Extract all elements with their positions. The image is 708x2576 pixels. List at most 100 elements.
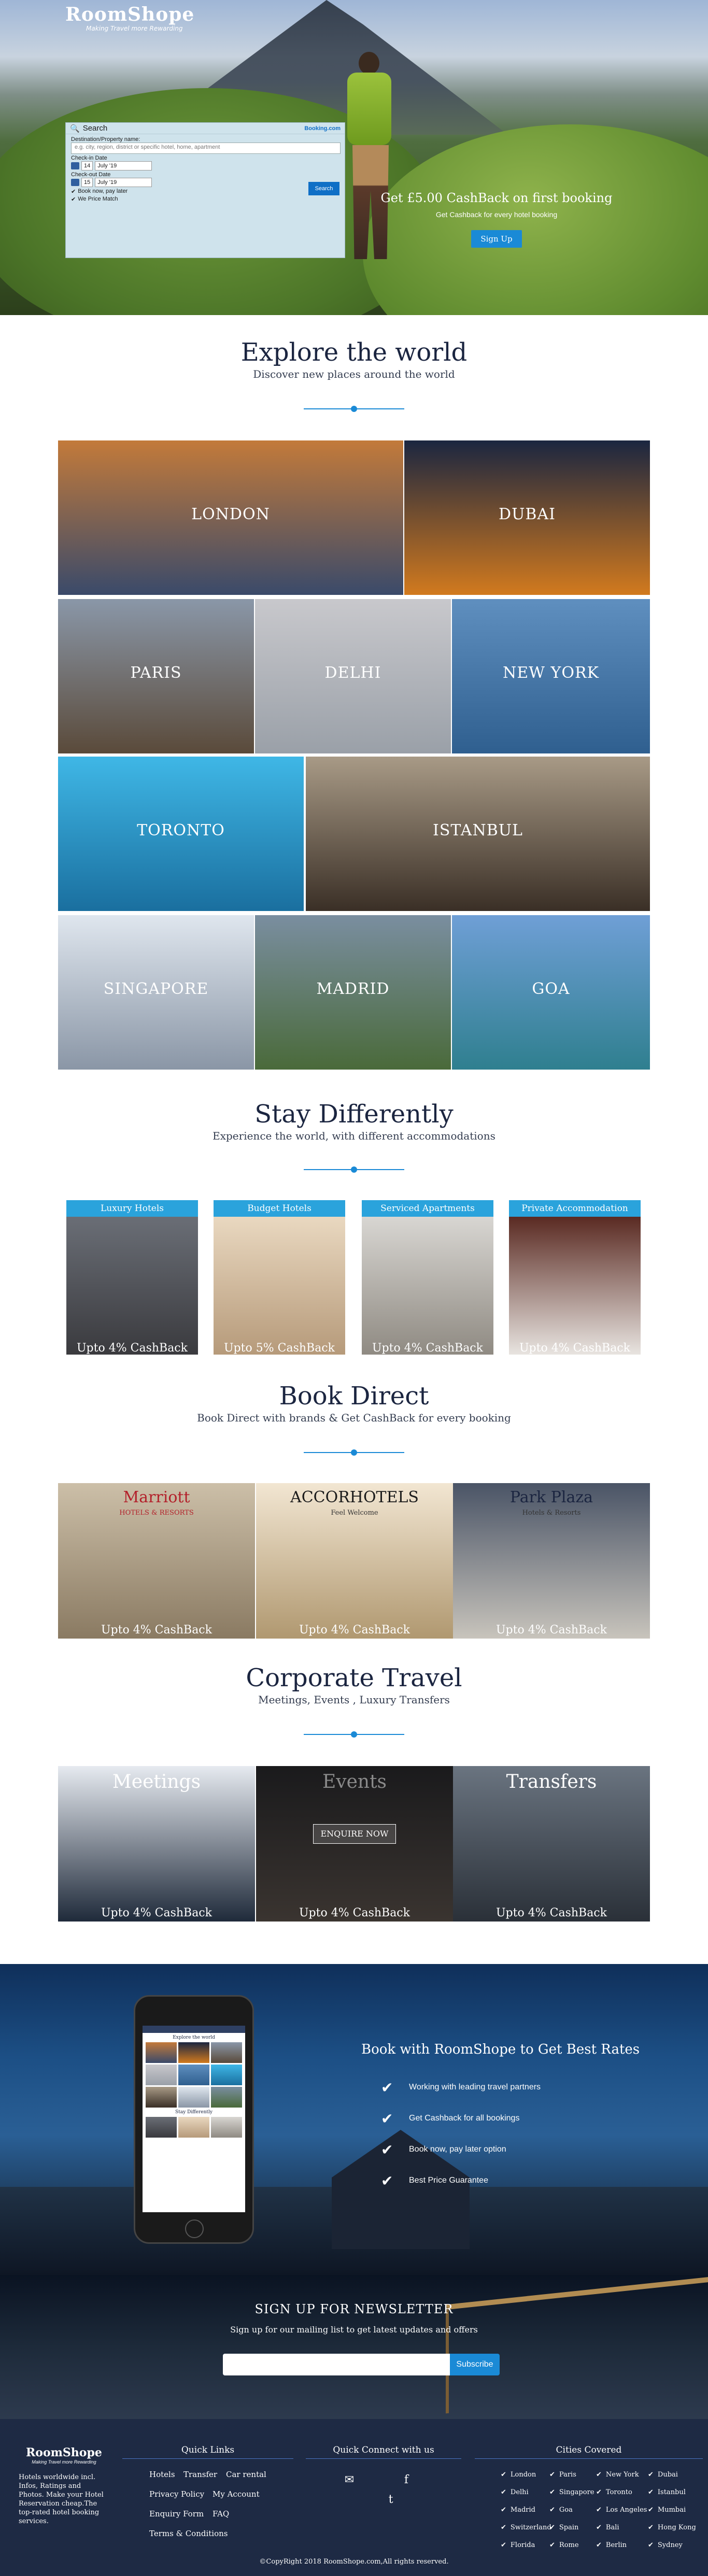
accommodation-card[interactable]: Luxury Hotels Upto 4% CashBack (66, 1200, 198, 1355)
city-tile-dubai[interactable]: DUBAI (404, 440, 650, 595)
corporate-label: Meetings (112, 1771, 201, 1792)
footer-link-my-account[interactable]: My Account (213, 2489, 260, 2499)
phone-caption-explore: Explore the world (173, 2035, 215, 2040)
footer-city[interactable]: ✔ Florida (501, 2541, 535, 2549)
calendar-icon[interactable] (71, 179, 79, 186)
footer-city[interactable]: ✔ Bali (596, 2524, 619, 2531)
explore-subtitle: Discover new places around the world (253, 368, 455, 380)
footer-city[interactable]: ✔ Sydney (648, 2541, 683, 2549)
section-divider (304, 1449, 404, 1456)
checkout-day-select[interactable]: 15 (81, 178, 93, 187)
footer-link-transfer[interactable]: Transfer (183, 2470, 217, 2479)
footer-city[interactable]: ✔ Berlin (596, 2541, 627, 2549)
footer-city-name: Dubai (657, 2471, 678, 2479)
footer-city[interactable]: ✔ Delhi (501, 2488, 529, 2496)
facebook-icon[interactable]: f (399, 2473, 414, 2487)
corporate-card[interactable]: Transfers Upto 4% CashBack (453, 1766, 650, 1922)
brand-logo-tagline: Feel Welcome (331, 1509, 378, 1517)
checkmark-icon: ✔ (381, 2141, 393, 2158)
promo-point: ✔ Working with leading travel partners (381, 2072, 541, 2103)
hero-offer: Get £5.00 CashBack on first booking Get … (372, 191, 621, 248)
footer-logo[interactable]: RoomShope Making Travel more Rewarding (26, 2446, 102, 2465)
city-label: MADRID (316, 980, 390, 999)
footer-city[interactable]: ✔ Singapore (549, 2488, 594, 2496)
city-tile-london[interactable]: LONDON (58, 440, 403, 595)
footer-city[interactable]: ✔ Madrid (501, 2506, 535, 2514)
newsletter-email-input[interactable] (223, 2354, 450, 2375)
footer-city-name: Switzerland (510, 2524, 551, 2531)
footer-city-name: Singapore (559, 2488, 594, 2496)
phone-thumb (146, 2042, 177, 2063)
footer-city[interactable]: ✔ Goa (549, 2506, 573, 2514)
footer-city-name: Florida (510, 2541, 535, 2549)
footer-link-car-rental[interactable]: Car rental (226, 2470, 266, 2479)
accommodation-card[interactable]: Private Accommodation Upto 4% CashBack (509, 1200, 641, 1355)
checkmark-icon: ✔ (648, 2524, 654, 2531)
checkmark-icon: ✔ (596, 2471, 602, 2479)
checkout-month-select[interactable]: July '19 (95, 178, 152, 187)
accommodation-label: Budget Hotels (214, 1200, 345, 1217)
checkmark-icon[interactable]: ✔ (71, 196, 76, 203)
footer-link-terms-conditions[interactable]: Terms & Conditions (149, 2529, 228, 2538)
footer-city[interactable]: ✔ Los Angeles (596, 2506, 647, 2514)
corporate-card[interactable]: Events Upto 4% CashBack ENQUIRE NOW (256, 1766, 453, 1922)
city-tile-toronto[interactable]: TORONTO (58, 757, 304, 911)
sign-up-button[interactable]: Sign Up (471, 230, 522, 248)
cashback-label: Upto 4% CashBack (519, 1342, 630, 1355)
footer-city[interactable]: ✔ Istanbul (648, 2488, 686, 2496)
footer-city[interactable]: ✔ Toronto (596, 2488, 632, 2496)
footer-city[interactable]: ✔ Spain (549, 2524, 578, 2531)
footer-link-enquiry-form[interactable]: Enquiry Form (149, 2509, 204, 2518)
brand-card[interactable]: Marriott HOTELS & RESORTS Upto 4% CashBack (58, 1483, 255, 1639)
footer-city[interactable]: ✔ New York (596, 2471, 639, 2479)
checkmark-icon[interactable]: ✔ (71, 188, 76, 195)
footer-link-privacy-policy[interactable]: Privacy Policy (149, 2489, 204, 2499)
footer-city[interactable]: ✔ Hong Kong (648, 2524, 696, 2531)
city-tile-singapore[interactable]: SINGAPORE (58, 915, 254, 1070)
footer-city[interactable]: ✔ Paris (549, 2471, 576, 2479)
footer-city[interactable]: ✔ Dubai (648, 2471, 678, 2479)
corporate-card[interactable]: Meetings Upto 4% CashBack (58, 1766, 255, 1922)
checkmark-icon: ✔ (648, 2541, 654, 2549)
city-tile-new-york[interactable]: NEW YORK (452, 599, 650, 753)
accommodation-card[interactable]: Budget Hotels Upto 5% CashBack (214, 1200, 345, 1355)
brand-card[interactable]: Park Plaza Hotels & Resorts Upto 4% CashBa… (453, 1483, 650, 1639)
footer-city[interactable]: ✔ London (501, 2471, 536, 2479)
hero-subtext: Get Cashback for every hotel booking (435, 210, 558, 219)
footer-city[interactable]: ✔ Rome (549, 2541, 579, 2549)
checkmark-icon: ✔ (549, 2506, 555, 2514)
footer-city[interactable]: ✔ Mumbai (648, 2506, 686, 2514)
checkmark-icon: ✔ (596, 2506, 602, 2514)
email-icon[interactable]: ✉ (342, 2473, 357, 2487)
checkmark-icon: ✔ (596, 2524, 602, 2531)
footer-city-name: Bali (605, 2524, 619, 2531)
cashback-label: Upto 4% CashBack (372, 1342, 483, 1355)
city-tile-paris[interactable]: PARIS (58, 599, 254, 753)
checkin-month-select[interactable]: July '19 (95, 161, 152, 170)
twitter-icon[interactable]: t (384, 2493, 398, 2507)
subscribe-button[interactable]: Subscribe (450, 2354, 500, 2375)
destination-label: Destination/Property name: (71, 136, 140, 143)
city-label: PARIS (130, 664, 182, 682)
city-tile-goa[interactable]: GOA (452, 915, 650, 1070)
brand-card[interactable]: ACCORHOTELS Feel Welcome Upto 4% CashBack (256, 1483, 453, 1639)
city-tile-delhi[interactable]: DELHI (255, 599, 451, 753)
checkmark-icon: ✔ (596, 2541, 602, 2549)
accommodation-card[interactable]: Serviced Apartments Upto 4% CashBack (362, 1200, 493, 1355)
site-logo[interactable]: RoomShope Making Travel more Rewarding (65, 4, 194, 32)
city-tile-istanbul[interactable]: ISTANBUL (306, 757, 650, 911)
footer-city[interactable]: ✔ Switzerland (501, 2524, 551, 2531)
checkin-day-select[interactable]: 14 (81, 161, 93, 170)
cities-title: Cities Covered (556, 2445, 622, 2455)
destination-input[interactable]: e.g. city, region, district or specific … (71, 143, 341, 154)
calendar-icon[interactable] (71, 162, 79, 169)
phone-thumb (178, 2117, 209, 2138)
newsletter-subtitle: Sign up for our mailing list to get late… (230, 2325, 478, 2335)
footer-link-hotels[interactable]: Hotels (149, 2470, 175, 2479)
city-tile-madrid[interactable]: MADRID (255, 915, 451, 1070)
footer-link-faq[interactable]: FAQ (213, 2509, 229, 2518)
promo-point-text: Best Price Guarantee (409, 2176, 488, 2185)
search-button[interactable]: Search (308, 182, 339, 195)
footer-city-name: New York (605, 2471, 639, 2479)
enquire-now-button[interactable]: ENQUIRE NOW (313, 1824, 396, 1844)
